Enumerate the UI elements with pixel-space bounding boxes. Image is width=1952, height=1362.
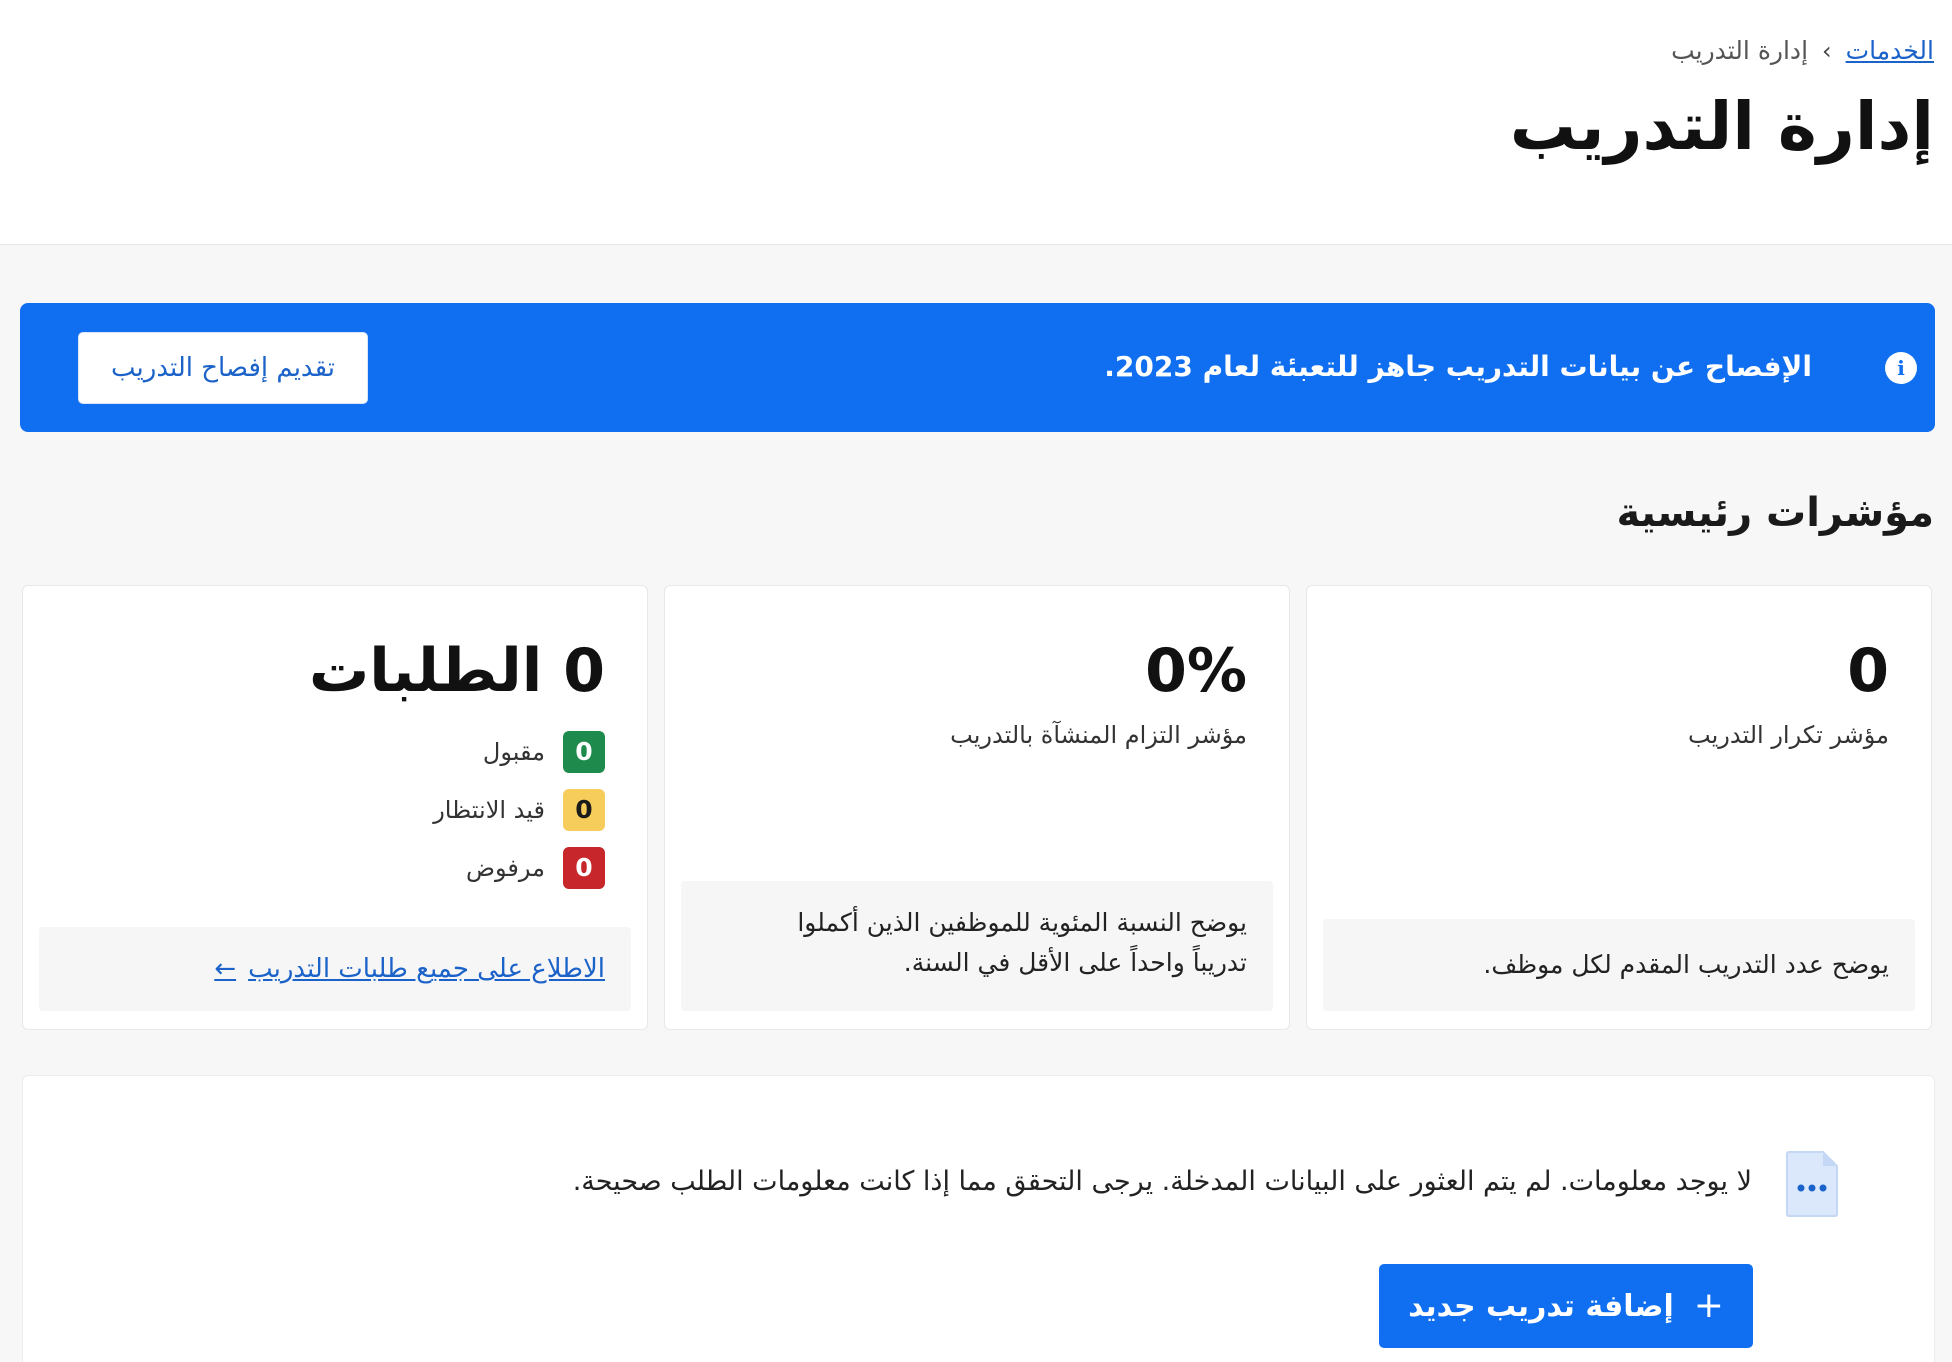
breadcrumb-current: إدارة التدريب <box>1671 36 1809 65</box>
requests-status-list: 0 مقبول 0 قيد الانتظار 0 مرفوض <box>433 731 605 889</box>
page: الخدمات › إدارة التدريب إدارة التدريب i … <box>0 0 1952 1362</box>
requests-total: 0 الطلبات <box>309 636 605 706</box>
training-frequency-label: مؤشر تكرار التدريب <box>1688 721 1889 749</box>
empty-state-message: لا يوجد معلومات. لم يتم العثور على البيا… <box>572 1166 1752 1197</box>
training-commitment-description: يوضح النسبة المئوية للموظفين الذين أكملو… <box>681 881 1273 1011</box>
status-pending: 0 قيد الانتظار <box>433 789 605 831</box>
status-label: قيد الانتظار <box>433 796 545 824</box>
document-icon <box>1786 1151 1838 1217</box>
status-badge: 0 <box>563 731 605 773</box>
section-title: مؤشرات رئيسية <box>1616 490 1934 536</box>
submit-disclosure-button[interactable]: تقديم إفصاح التدريب <box>78 332 368 404</box>
training-commitment-card: 0% مؤشر التزام المنشآة بالتدريب يوضح الن… <box>664 585 1290 1030</box>
training-commitment-label: مؤشر التزام المنشآة بالتدريب <box>950 721 1247 749</box>
chevron-left-icon: › <box>1822 36 1832 65</box>
add-training-button[interactable]: + إضافة تدريب جديد <box>1379 1264 1753 1348</box>
info-icon: i <box>1885 352 1917 384</box>
training-commitment-description-line1: يوضح النسبة المئوية للموظفين الذين أكملو… <box>797 908 1247 937</box>
banner-message: الإفصاح عن بيانات التدريب جاهز للتعبئة ل… <box>1104 350 1812 383</box>
status-badge: 0 <box>563 789 605 831</box>
status-label: مرفوض <box>466 854 545 882</box>
status-rejected: 0 مرفوض <box>433 847 605 889</box>
page-header: الخدمات › إدارة التدريب إدارة التدريب <box>0 0 1952 245</box>
training-frequency-description-text: يوضح عدد التدريب المقدم لكل موظف. <box>1483 950 1889 979</box>
training-frequency-card: 0 مؤشر تكرار التدريب يوضح عدد التدريب ال… <box>1306 585 1932 1030</box>
view-all-requests-link[interactable]: الاطلاع على جميع طلبات التدريب ← <box>214 949 605 989</box>
arrow-left-icon: ← <box>214 954 237 984</box>
breadcrumb: الخدمات › إدارة التدريب <box>1671 36 1934 65</box>
status-badge: 0 <box>563 847 605 889</box>
training-frequency-description: يوضح عدد التدريب المقدم لكل موظف. <box>1323 919 1915 1011</box>
training-commitment-value: 0% <box>1145 636 1247 706</box>
page-title: إدارة التدريب <box>1509 88 1934 165</box>
requests-footer: الاطلاع على جميع طلبات التدريب ← <box>39 927 631 1011</box>
requests-card: 0 الطلبات 0 مقبول 0 قيد الانتظار 0 مرفوض… <box>22 585 648 1030</box>
training-commitment-description-line2: تدريباً واحداً على الأقل في السنة. <box>903 948 1247 977</box>
status-accepted: 0 مقبول <box>433 731 605 773</box>
training-frequency-value: 0 <box>1847 636 1889 706</box>
plus-icon: + <box>1693 1285 1724 1326</box>
status-label: مقبول <box>482 738 545 766</box>
view-all-requests-label: الاطلاع على جميع طلبات التدريب <box>248 954 605 984</box>
breadcrumb-home-link[interactable]: الخدمات <box>1846 36 1934 65</box>
add-training-label: إضافة تدريب جديد <box>1408 1288 1674 1324</box>
